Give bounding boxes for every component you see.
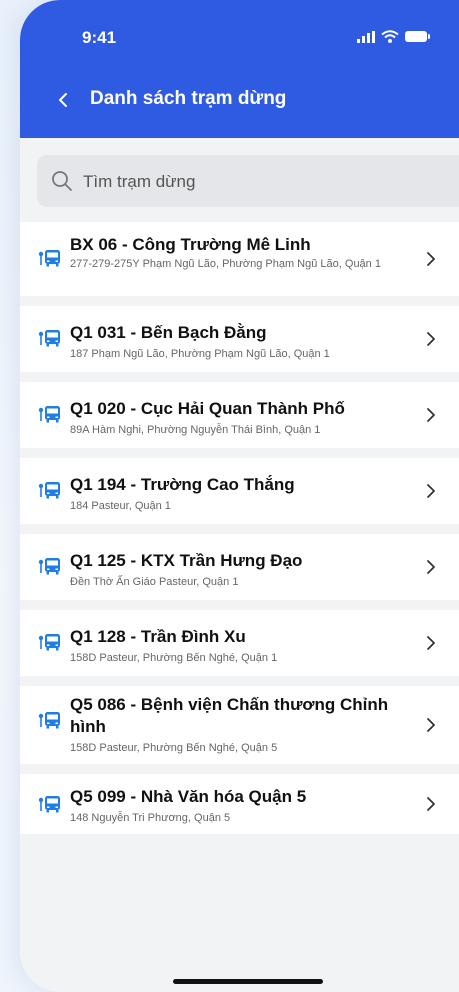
bus-stop-icon [38, 250, 60, 267]
chevron-right-icon[interactable] [425, 483, 437, 499]
status-icons [357, 30, 431, 43]
stop-name: Q5 086 - Bệnh viện Chấn thương Chỉnh hìn… [70, 695, 389, 736]
stop-list: BX 06 - Công Trường Mê Linh 277-279-275Y … [20, 222, 459, 844]
list-item[interactable]: Q1 031 - Bến Bạch Đằng 187 Phạm Ngũ Lão, … [20, 306, 459, 372]
search-bar[interactable] [37, 155, 459, 207]
phone-screen: 9:41 Danh sách trạm dừng Tìm trạm dừng B… [20, 0, 459, 992]
status-time: 9:41 [82, 28, 117, 47]
stop-name: Q1 020 - Cục Hải Quan Thành Phố [70, 399, 345, 418]
wifi-icon [381, 30, 399, 43]
list-item[interactable]: Q1 194 - Trường Cao Thắng 184 Pasteur, Qu… [20, 458, 459, 524]
list-item[interactable]: Q5 086 - Bệnh viện Chấn thương Chỉnh hìn… [20, 686, 459, 764]
chevron-right-icon[interactable] [425, 407, 437, 423]
stop-name: Q1 128 - Trần Đình Xu [70, 627, 246, 646]
list-item[interactable]: Q5 099 - Nhà Văn hóa Quận 5 148 Nguyễn Tr… [20, 774, 459, 834]
stop-address: 187 Phạm Ngũ Lão, Phường Phạm Ngũ Lão, Q… [70, 348, 330, 360]
bus-stop-icon [38, 634, 60, 651]
back-icon[interactable] [54, 88, 74, 112]
bus-stop-icon [38, 406, 60, 423]
app-header: 9:41 Danh sách trạm dừng [20, 0, 459, 138]
bus-stop-icon [38, 796, 60, 813]
stop-address: 277-279-275Y Phạm Ngũ Lão, Phường Phạm N… [70, 258, 381, 270]
list-item[interactable]: Q1 128 - Trần Đình Xu 158D Pasteur, Phườn… [20, 610, 459, 676]
signal-icon [357, 30, 375, 43]
stop-address: 184 Pasteur, Quận 1 [70, 500, 171, 512]
chevron-right-icon[interactable] [425, 635, 437, 651]
chevron-right-icon[interactable] [425, 331, 437, 347]
search-input[interactable] [81, 167, 445, 197]
stop-address: 89A Hàm Nghi, Phường Nguyễn Thái Bình, Q… [70, 424, 321, 436]
stop-name: Q1 194 - Trường Cao Thắng [70, 475, 295, 494]
list-item[interactable]: BX 06 - Công Trường Mê Linh 277-279-275Y … [20, 222, 459, 296]
home-indicator [173, 979, 323, 984]
battery-icon [405, 31, 430, 42]
stop-name: BX 06 - Công Trường Mê Linh [70, 235, 311, 254]
list-item[interactable]: Q1 125 - KTX Trần Hưng Đạo Đền Thờ Ấn Giá… [20, 534, 459, 600]
stop-address: Đền Thờ Ấn Giáo Pasteur, Quận 1 [70, 576, 239, 588]
bus-stop-icon [38, 712, 60, 729]
bus-stop-icon [38, 482, 60, 499]
search-icon [52, 171, 72, 191]
stop-name: Q5 099 - Nhà Văn hóa Quận 5 [70, 787, 307, 806]
chevron-right-icon[interactable] [425, 559, 437, 575]
chevron-right-icon[interactable] [425, 251, 437, 267]
stop-address: 158D Pasteur, Phường Bến Nghé, Quận 1 [70, 652, 278, 664]
list-item[interactable]: Q1 020 - Cục Hải Quan Thành Phố 89A Hàm N… [20, 382, 459, 448]
bus-stop-icon [38, 330, 60, 347]
chevron-right-icon[interactable] [425, 717, 437, 733]
stop-address: 148 Nguyễn Tri Phương, Quận 5 [70, 812, 231, 824]
bus-stop-icon [38, 558, 60, 575]
page-title: Danh sách trạm dừng [90, 88, 287, 109]
stop-name: Q1 031 - Bến Bạch Đằng [70, 323, 267, 342]
stop-address: 158D Pasteur, Phường Bến Nghé, Quận 5 [70, 742, 278, 754]
stop-name: Q1 125 - KTX Trần Hưng Đạo [70, 551, 303, 570]
chevron-right-icon[interactable] [425, 796, 437, 812]
